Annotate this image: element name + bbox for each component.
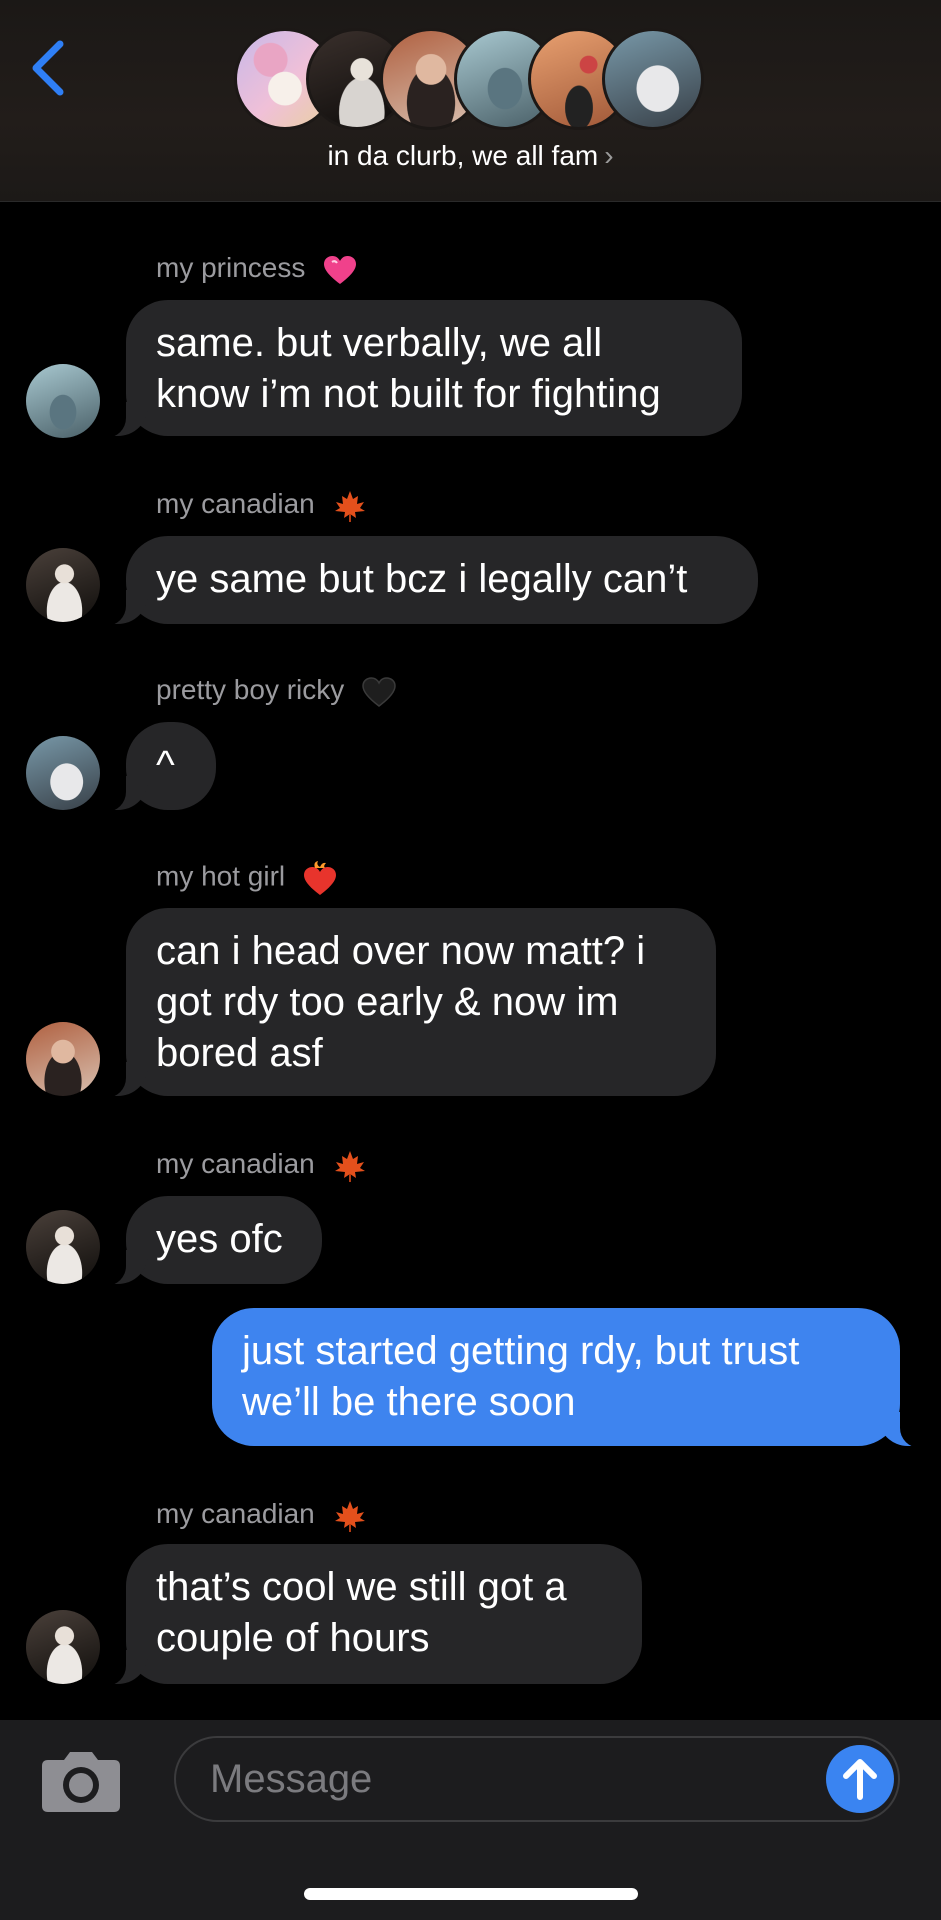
sender-label: my canadian [156,1498,315,1529]
message-bubble[interactable]: that’s cool we still got a couple of hou… [104,1544,642,1686]
sender-name: my princess [156,252,357,285]
conversation-header: in da clurb, we all fam › [0,0,941,202]
message-text-line: bored asf [156,1031,323,1075]
message-text-line: got rdy too early & now im [156,980,619,1024]
message-field[interactable] [174,1736,900,1822]
chevron-left-icon [32,40,64,96]
avatar[interactable] [26,1022,100,1096]
message-text-line: can i head over now matt? i [156,929,646,973]
group-name-label: in da clurb, we all fam [327,140,599,171]
send-button[interactable] [826,1745,894,1813]
avatar[interactable] [26,736,100,810]
sender-label: my canadian [156,1148,315,1179]
group-avatars[interactable] [234,28,704,130]
message-bubble[interactable]: can i head over now matt? i got rdy too … [104,908,716,1098]
avatar[interactable] [26,548,100,622]
sender-name: my canadian [156,1148,367,1183]
chevron-right-icon: › [604,140,614,171]
outgoing-message-bubble[interactable]: just started getting rdy, but trust we’l… [212,1308,922,1448]
sender-name: pretty boy ricky [156,674,396,707]
message-text-line: know i’m not built for fighting [156,372,661,416]
message-bubble[interactable]: yes ofc [104,1196,322,1286]
sender-name: my hot girl [156,860,337,896]
member-avatar [602,28,704,130]
message-text-line: couple of hours [156,1616,430,1660]
message-text-line: same. but verbally, we all [156,321,603,365]
message-bubble[interactable]: ^ [104,722,216,812]
message-text-line: just started getting rdy, but trust [242,1329,800,1373]
message-text-line: ye same but bcz i legally can’t [156,557,688,601]
camera-icon [42,1752,120,1812]
sender-label: pretty boy ricky [156,674,345,705]
heart-on-fire-icon [303,861,336,895]
back-button[interactable] [26,38,70,98]
message-bubble[interactable]: same. but verbally, we all know i’m not … [104,300,742,438]
sender-label: my hot girl [156,860,286,892]
message-text-line: we’ll be there soon [242,1380,576,1424]
sender-name: my canadian [156,1498,367,1533]
maple-leaf-icon [334,1500,365,1532]
message-text-line: ^ [156,743,175,787]
sender-name: my canadian [156,488,367,523]
heart-icon [324,255,357,284]
maple-leaf-icon [334,490,365,522]
avatar[interactable] [26,364,100,438]
sender-label: my princess [156,252,306,283]
camera-button[interactable] [40,1748,122,1814]
home-indicator[interactable] [304,1888,638,1900]
message-bubble[interactable]: ye same but bcz i legally can’t [104,536,758,626]
avatar[interactable] [26,1610,100,1684]
sender-label: my canadian [156,488,315,519]
message-text-line: that’s cool we still got a [156,1565,567,1609]
avatar[interactable] [26,1210,100,1284]
maple-leaf-icon [334,1150,365,1182]
message-text-line: yes ofc [156,1217,283,1261]
arrow-up-icon [843,1759,877,1800]
message-input[interactable] [210,1738,770,1820]
group-name[interactable]: in da clurb, we all fam › [0,140,941,172]
black-heart-icon [362,676,396,707]
